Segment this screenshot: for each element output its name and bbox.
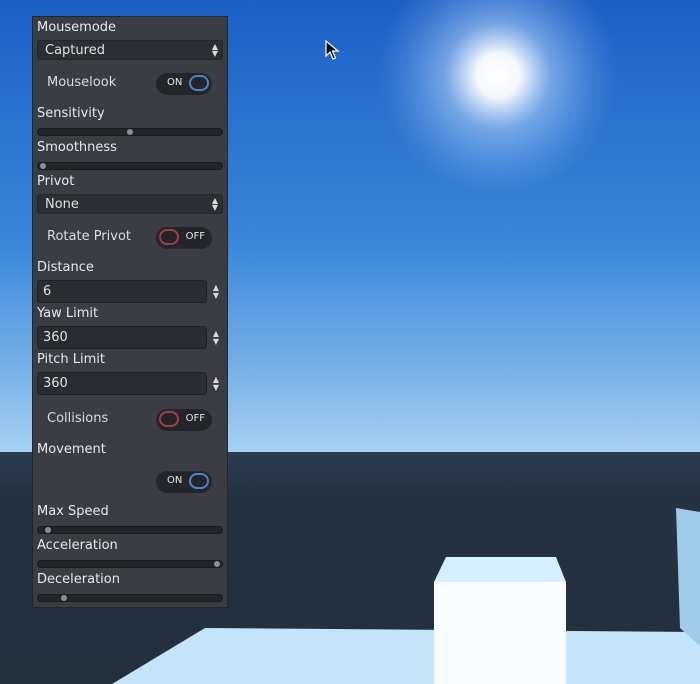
toggle-knob [159,229,179,245]
mouselook-label: Mouselook [47,75,117,90]
max-speed-label: Max Speed [37,504,109,519]
up-down-arrows-icon: ▲ ▼ [211,42,218,58]
sensitivity-slider[interactable] [37,128,223,136]
rotate-privot-state: OFF [185,231,205,242]
slider-grabber[interactable] [127,129,133,135]
acceleration-slider[interactable] [37,560,223,568]
mousemode-value: Captured [45,43,105,58]
rotate-privot-toggle[interactable]: OFF [156,227,212,249]
up-down-arrows-icon[interactable]: ▲ ▼ [211,330,221,346]
slider-grabber[interactable] [40,163,46,169]
slider-grabber[interactable] [60,595,67,601]
rotate-privot-label: Rotate Privot [47,229,132,244]
privot-select[interactable]: None ▲ ▼ [37,194,223,214]
pitch-limit-value: 360 [43,376,68,391]
floor-plane [112,628,700,684]
movement-toggle[interactable]: ON [156,471,212,493]
up-down-arrows-icon[interactable]: ▲ ▼ [211,284,221,300]
yaw-limit-label: Yaw Limit [37,306,99,321]
toggle-knob [159,411,179,427]
acceleration-label: Acceleration [37,538,118,553]
distance-value: 6 [43,284,52,299]
mouselook-state: ON [167,77,183,88]
toggle-knob [189,75,209,91]
privot-value: None [45,197,79,212]
up-down-arrows-icon: ▲ ▼ [211,196,218,212]
sensitivity-label: Sensitivity [37,106,105,121]
up-down-arrows-icon[interactable]: ▲ ▼ [211,376,221,392]
cube-front [434,582,566,684]
max-speed-slider[interactable] [37,526,223,534]
distance-label: Distance [37,260,94,275]
distance-spinbox[interactable]: 6 [37,280,207,303]
mousemode-select[interactable]: Captured ▲ ▼ [37,40,223,60]
slider-grabber[interactable] [45,527,52,533]
smoothness-label: Smoothness [37,140,117,155]
smoothness-slider[interactable] [37,162,223,170]
mouselook-toggle[interactable]: ON [156,73,212,95]
mouse-pointer-icon [325,40,340,60]
yaw-limit-spinbox[interactable]: 360 [37,326,207,349]
collisions-toggle[interactable]: OFF [156,409,212,431]
deceleration-label: Deceleration [37,572,120,587]
collisions-label: Collisions [47,411,109,426]
pitch-limit-spinbox[interactable]: 360 [37,372,207,395]
collisions-state: OFF [185,413,205,424]
deceleration-slider[interactable] [37,594,223,602]
movement-state: ON [167,475,183,486]
movement-label: Movement [37,442,106,457]
toggle-knob [189,473,209,489]
privot-label: Privot [37,174,75,189]
cube-top [434,557,566,582]
camera-settings-panel: Mousemode Captured ▲ ▼ Mouselook ON Sensi… [32,16,228,608]
mousemode-label: Mousemode [37,20,117,35]
slider-grabber[interactable] [214,561,220,567]
yaw-limit-value: 360 [43,330,68,345]
pitch-limit-label: Pitch Limit [37,352,106,367]
